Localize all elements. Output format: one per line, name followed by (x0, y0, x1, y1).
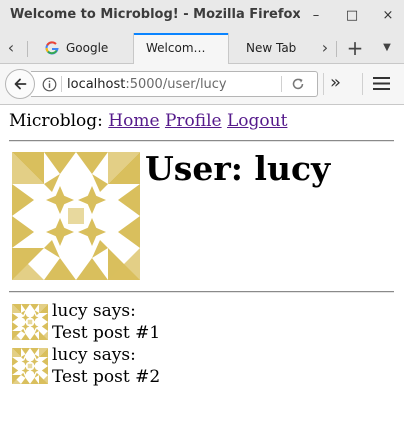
site-nav: Microblog: Home Profile Logout (9, 111, 287, 131)
brand-label: Microblog: (9, 111, 103, 131)
divider (9, 291, 394, 293)
toolbar-separator (362, 73, 363, 95)
avatar (12, 348, 48, 384)
back-button[interactable] (5, 69, 35, 99)
url-divider (281, 76, 282, 92)
url-host: localhost (67, 77, 126, 92)
tab-label: Google (66, 41, 109, 55)
navigation-toolbar: localhost:5000/user/lucy » (0, 64, 404, 105)
nav-link-logout[interactable]: Logout (227, 111, 287, 131)
page-content: Microblog: Home Profile Logout User: luc… (0, 105, 404, 440)
post-body: Test post #1 (52, 323, 161, 343)
avatar (12, 304, 48, 340)
tab-separator (27, 41, 28, 57)
list-all-tabs-icon[interactable]: ▼ (380, 39, 394, 57)
scroll-tabs-right-icon[interactable]: › (318, 39, 332, 57)
url-divider (61, 76, 62, 92)
toolbar-separator (323, 73, 324, 95)
tab-label: New Tab (246, 41, 297, 55)
info-icon[interactable] (42, 77, 57, 92)
url-bar[interactable]: localhost:5000/user/lucy (31, 71, 318, 97)
post-body: Test post #2 (52, 367, 161, 387)
url-path: :5000/user/lucy (125, 77, 227, 92)
overflow-menu-icon[interactable]: » (330, 73, 341, 93)
post-author: lucy says: (52, 301, 136, 321)
close-button[interactable]: × (380, 8, 396, 24)
divider (9, 140, 394, 142)
post-text: lucy says: Test post #2 (52, 344, 160, 388)
google-icon (45, 41, 59, 55)
post-text: lucy says: Test post #1 (52, 300, 160, 344)
avatar (12, 152, 140, 280)
nav-link-home[interactable]: Home (108, 111, 159, 131)
post-author: lucy says: (52, 345, 136, 365)
page-title: User: lucy (145, 149, 331, 188)
window-titlebar: Welcome to Microblog! - Mozilla Firefox … (0, 0, 404, 33)
url-text[interactable]: localhost:5000/user/lucy (67, 77, 227, 92)
back-arrow-icon (14, 78, 27, 90)
window-title: Welcome to Microblog! - Mozilla Firefox (10, 7, 300, 22)
minimize-button[interactable]: – (308, 8, 324, 24)
tab-label: Welcom… (146, 41, 206, 55)
tab-separator (336, 41, 337, 57)
scroll-tabs-left-icon[interactable]: ‹ (4, 39, 18, 57)
tab-google[interactable]: Google (36, 33, 131, 63)
tab-new-tab[interactable]: New Tab (232, 33, 316, 63)
nav-link-profile[interactable]: Profile (165, 111, 222, 131)
new-tab-button[interactable]: + (346, 38, 364, 58)
maximize-button[interactable]: □ (344, 8, 360, 24)
tab-welcome[interactable]: Welcom… (133, 33, 229, 64)
tab-strip: ‹ Google Welcom… New Tab › + ▼ (0, 33, 404, 64)
hamburger-menu-icon[interactable] (373, 76, 390, 91)
reload-icon[interactable] (291, 77, 305, 91)
